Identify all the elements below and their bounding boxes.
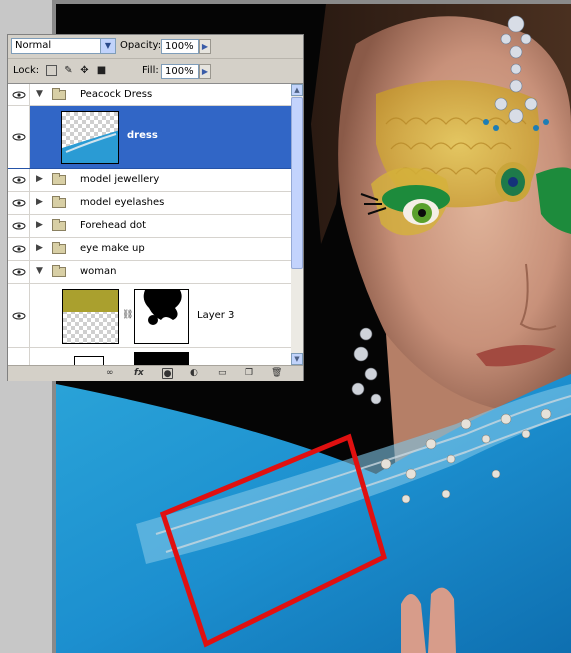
lock-label: Lock:	[13, 65, 40, 76]
layer-name: eye make up	[80, 243, 145, 254]
opacity-label: Opacity:	[120, 40, 162, 51]
layer-name: Peacock Dress	[80, 89, 153, 100]
eye-icon[interactable]	[8, 192, 30, 214]
layers-list: ▼ Peacock Dress dress ▶ model jewellery	[8, 84, 291, 365]
layer-partial[interactable]	[8, 348, 291, 365]
folder-icon	[52, 173, 66, 185]
triangle-right-icon[interactable]: ▶	[36, 243, 43, 253]
opacity-input[interactable]: 100%	[161, 39, 199, 54]
layer-name: model jewellery	[80, 174, 160, 185]
layer-thumbnail	[74, 356, 104, 365]
folder-icon	[52, 88, 66, 100]
trash-icon[interactable]: 🗑	[271, 368, 282, 379]
folder-icon	[52, 196, 66, 208]
new-layer-icon[interactable]: ❐	[245, 368, 253, 379]
eye-icon[interactable]	[8, 238, 30, 260]
layer-group-peacock-dress[interactable]: ▼ Peacock Dress	[8, 84, 291, 106]
link-icon[interactable]: ∞	[106, 368, 114, 379]
layer-group-model-jewellery[interactable]: ▶ model jewellery	[8, 169, 291, 192]
panel-options-row: Normal ▼ Opacity: 100% ▶	[8, 35, 303, 59]
scroll-thumb[interactable]	[291, 97, 303, 269]
eye-slot[interactable]	[8, 348, 30, 365]
lock-brush-icon[interactable]: ✎	[63, 65, 74, 76]
eye-icon[interactable]	[8, 261, 30, 283]
layer-group-eye-make-up[interactable]: ▶ eye make up	[8, 238, 291, 261]
layers-scrollbar[interactable]: ▲ ▼	[291, 84, 303, 365]
adjustment-icon[interactable]: ◐	[190, 368, 198, 379]
layer-mask-thumbnail[interactable]	[134, 289, 189, 344]
layer-thumbnail	[61, 111, 119, 164]
triangle-right-icon[interactable]: ▶	[36, 220, 43, 230]
link-chain-icon[interactable]: ⛓	[122, 310, 133, 320]
eye-icon[interactable]	[8, 284, 30, 347]
eye-icon[interactable]	[8, 106, 30, 168]
scroll-up-icon[interactable]: ▲	[291, 84, 303, 96]
lock-row: Lock: ✎ ✥ ■ Fill: 100% ▶	[8, 59, 303, 84]
lock-move-icon[interactable]: ✥	[79, 65, 90, 76]
fill-label: Fill:	[142, 65, 159, 76]
new-group-icon[interactable]: ▭	[218, 368, 227, 379]
layer-name: Forehead dot	[80, 220, 147, 231]
triangle-right-icon[interactable]: ▶	[36, 174, 43, 184]
layer-dress[interactable]: dress	[8, 106, 291, 169]
triangle-right-icon[interactable]: ▶	[36, 197, 43, 207]
fx-icon[interactable]: fx	[134, 368, 144, 379]
fill-input[interactable]: 100%	[161, 64, 199, 79]
layer-thumbnail	[62, 289, 119, 344]
layer-3[interactable]: ⛓ Layer 3	[8, 284, 291, 348]
fill-arrow-icon[interactable]: ▶	[199, 64, 211, 79]
layer-name: dress	[127, 130, 158, 141]
blend-mode-value: Normal	[15, 40, 52, 51]
panel-bottom-toolbar: ∞ fx ● ◐ ▭ ❐ 🗑	[8, 365, 303, 381]
triangle-down-icon[interactable]: ▼	[36, 266, 43, 276]
eye-icon[interactable]	[8, 215, 30, 237]
layer-name: woman	[80, 266, 117, 277]
layer-mask-thumbnail[interactable]	[134, 352, 189, 365]
blend-mode-select[interactable]: Normal ▼	[11, 38, 116, 54]
eye-icon[interactable]	[8, 84, 30, 105]
layers-panel: Normal ▼ Opacity: 100% ▶ Lock: ✎ ✥ ■ Fil…	[7, 34, 304, 381]
mask-icon[interactable]: ●	[162, 368, 173, 379]
folder-icon	[52, 265, 66, 277]
lock-all-icon[interactable]: ■	[96, 65, 107, 76]
folder-icon	[52, 242, 66, 254]
folder-icon	[52, 219, 66, 231]
layer-name: model eyelashes	[80, 197, 165, 208]
layer-name: Layer 3	[197, 310, 235, 321]
opacity-arrow-icon[interactable]: ▶	[199, 39, 211, 54]
eye-icon[interactable]	[8, 169, 30, 191]
chevron-down-icon[interactable]: ▼	[100, 39, 115, 53]
scroll-down-icon[interactable]: ▼	[291, 353, 303, 365]
layer-group-model-eyelashes[interactable]: ▶ model eyelashes	[8, 192, 291, 215]
layer-group-woman[interactable]: ▼ woman	[8, 261, 291, 284]
triangle-down-icon[interactable]: ▼	[36, 89, 43, 99]
lock-transparency-icon[interactable]	[46, 65, 57, 76]
layer-group-forehead-dot[interactable]: ▶ Forehead dot	[8, 215, 291, 238]
